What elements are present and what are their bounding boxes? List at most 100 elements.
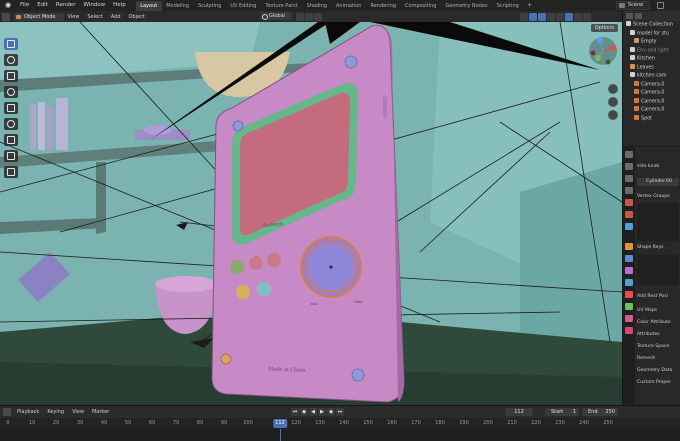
start-frame-field[interactable]: Start 1 bbox=[545, 408, 579, 416]
object-mode-select[interactable]: Object Mode bbox=[14, 12, 64, 21]
menu-window[interactable]: Window bbox=[79, 0, 109, 11]
3d-viewport[interactable]: Sunwyn Min Max Made in China Options bbox=[0, 22, 622, 405]
outliner-row[interactable]: Scene Collection bbox=[623, 21, 680, 30]
menu-timeline-view[interactable]: View bbox=[68, 409, 88, 415]
outliner-row[interactable]: Env and light bbox=[623, 46, 680, 56]
playhead-frame-indicator[interactable]: 112 bbox=[273, 419, 287, 428]
pivot-icon[interactable] bbox=[296, 12, 304, 21]
menu-marker[interactable]: Marker bbox=[88, 409, 113, 415]
menu-edit[interactable]: Edit bbox=[33, 0, 52, 11]
outliner-row[interactable]: Empty bbox=[623, 38, 680, 47]
uv-maps-panel[interactable]: UV Maps bbox=[637, 308, 657, 313]
solid-shading-icon[interactable] bbox=[565, 12, 573, 21]
rendered-shading-icon[interactable] bbox=[583, 12, 591, 21]
prev-keyframe-icon[interactable]: ◆ bbox=[300, 408, 308, 416]
navigation-gizmo[interactable] bbox=[588, 36, 618, 66]
vertex-groups-panel[interactable]: Vertex Groups bbox=[637, 194, 670, 199]
material-shading-icon[interactable] bbox=[574, 12, 582, 21]
custom-properties-panel[interactable]: Custom Proper bbox=[637, 380, 671, 385]
outliner-row[interactable]: Camera.0 bbox=[623, 80, 680, 90]
menu-view[interactable]: View bbox=[64, 14, 84, 20]
scale-tool-button[interactable] bbox=[4, 102, 18, 114]
texture-tab-icon[interactable] bbox=[625, 327, 633, 334]
outliner-editor-icon[interactable] bbox=[626, 13, 633, 19]
jump-start-icon[interactable]: ⏮ bbox=[291, 408, 299, 416]
add-cube-tool-button[interactable] bbox=[4, 166, 18, 178]
zoom-icon[interactable] bbox=[608, 84, 618, 94]
proportional-edit-icon[interactable] bbox=[314, 12, 322, 21]
object-tab-icon[interactable] bbox=[625, 243, 633, 250]
end-frame-field[interactable]: End 250 bbox=[582, 408, 618, 416]
transform-orientation-select[interactable]: Global bbox=[260, 12, 292, 20]
camera-view-icon[interactable] bbox=[608, 110, 618, 120]
tab-shading[interactable]: Shading bbox=[302, 1, 331, 11]
gizmo-icon[interactable] bbox=[529, 12, 537, 21]
outliner-row[interactable]: Kitchen bbox=[623, 55, 680, 64]
rotate-tool-button[interactable] bbox=[4, 86, 18, 98]
measure-tool-button[interactable] bbox=[4, 150, 18, 162]
tab-sculpting[interactable]: Sculpting bbox=[193, 1, 225, 11]
constraints-tab-icon[interactable] bbox=[625, 291, 633, 298]
transform-tool-button[interactable] bbox=[4, 118, 18, 130]
outliner-row[interactable]: Spot bbox=[623, 114, 680, 124]
blender-logo-icon[interactable]: ◉ bbox=[3, 1, 13, 10]
shape-keys-panel[interactable]: Shape Keys bbox=[637, 245, 664, 250]
render-tab-icon[interactable] bbox=[625, 163, 633, 170]
annotate-tool-button[interactable] bbox=[4, 134, 18, 146]
tab-compositing[interactable]: Compositing bbox=[401, 1, 441, 11]
editor-type-icon[interactable] bbox=[2, 12, 10, 21]
collection-tab-icon[interactable] bbox=[625, 223, 633, 230]
tab-texture-paint[interactable]: Texture Paint bbox=[261, 1, 302, 11]
timeline-body[interactable] bbox=[0, 429, 680, 441]
texture-space-panel[interactable]: Texture Space bbox=[637, 344, 669, 349]
scene-tab-icon[interactable] bbox=[625, 199, 633, 206]
overlay-icon[interactable] bbox=[538, 12, 546, 21]
menu-playback[interactable]: Playback bbox=[13, 409, 43, 415]
output-tab-icon[interactable] bbox=[625, 175, 633, 182]
tab-animation[interactable]: Animation bbox=[331, 1, 366, 11]
vertex-groups-list[interactable] bbox=[637, 203, 679, 241]
xray-icon[interactable] bbox=[547, 12, 555, 21]
outliner-row[interactable]: Camera.0 bbox=[623, 106, 680, 115]
outliner-row[interactable]: Leaves bbox=[623, 63, 680, 73]
outliner-filter-icon[interactable] bbox=[635, 13, 642, 19]
attributes-panel[interactable]: Attributes bbox=[637, 332, 660, 337]
tab-modeling[interactable]: Modeling bbox=[162, 1, 194, 11]
view-layer-tab-icon[interactable] bbox=[625, 187, 633, 194]
outliner-row[interactable]: model for stu bbox=[623, 29, 680, 39]
view-layer-icon[interactable] bbox=[657, 2, 664, 9]
tab-layout[interactable]: Layout bbox=[135, 0, 162, 11]
tab-geometry-nodes[interactable]: Geometry Nodes bbox=[441, 1, 492, 11]
tab-rendering[interactable]: Rendering bbox=[366, 1, 401, 11]
remesh-panel[interactable]: Remesh bbox=[637, 356, 655, 361]
menu-file[interactable]: File bbox=[16, 0, 33, 11]
cursor-tool-button[interactable] bbox=[4, 54, 18, 66]
play-reverse-icon[interactable]: ◀ bbox=[309, 408, 317, 416]
outliner-row[interactable]: Camera.0 bbox=[623, 97, 680, 107]
play-icon[interactable]: ▶ bbox=[318, 408, 326, 416]
particles-tab-icon[interactable] bbox=[625, 267, 633, 274]
outliner-row[interactable]: kitchen cam bbox=[623, 72, 680, 81]
move-tool-button[interactable] bbox=[4, 70, 18, 82]
menu-help[interactable]: Help bbox=[109, 0, 130, 11]
tool-tab-icon[interactable] bbox=[625, 151, 633, 158]
timeline-ruler[interactable]: 250 240 230 220 210 200 190 180 170 160 150 140 130 1… bbox=[0, 418, 680, 429]
shape-keys-list[interactable] bbox=[637, 255, 679, 285]
add-rest-position-checkbox[interactable]: Add Rest Posi bbox=[637, 294, 668, 299]
tab-scripting[interactable]: Scripting bbox=[492, 1, 523, 11]
snap-icon[interactable] bbox=[305, 12, 313, 21]
menu-render[interactable]: Render bbox=[52, 0, 80, 11]
scene-selector[interactable]: Scene bbox=[616, 1, 650, 10]
pan-hand-icon[interactable] bbox=[608, 97, 618, 107]
data-tab-icon[interactable] bbox=[625, 303, 633, 310]
geometry-data-panel[interactable]: Geometry Data bbox=[637, 368, 672, 373]
timeline-editor-icon[interactable] bbox=[3, 408, 11, 416]
menu-keying[interactable]: Keying bbox=[43, 409, 68, 415]
menu-select[interactable]: Select bbox=[83, 14, 106, 20]
menu-object[interactable]: Object bbox=[125, 14, 149, 20]
jump-end-icon[interactable]: ⏭ bbox=[336, 408, 344, 416]
options-button[interactable]: Options bbox=[590, 24, 618, 32]
modifier-tab-icon[interactable] bbox=[625, 255, 633, 262]
mesh-name-field[interactable]: Cylinder.00 bbox=[637, 178, 679, 186]
tab-uv-editing[interactable]: UV Editing bbox=[226, 1, 261, 11]
